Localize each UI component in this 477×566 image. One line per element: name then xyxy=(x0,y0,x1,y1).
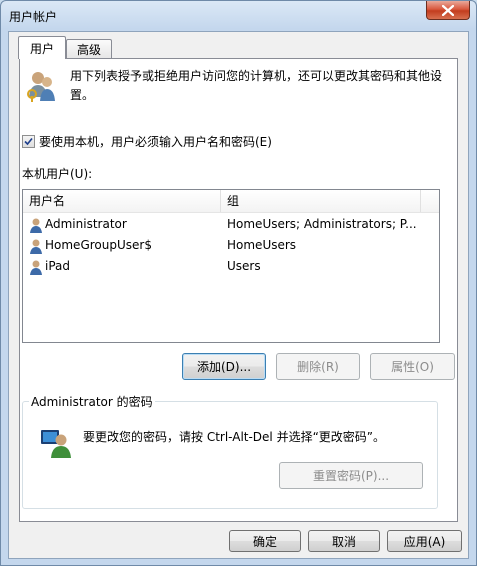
checkmark-icon xyxy=(24,137,33,146)
require-login-option[interactable]: 要使用本机，用户必须输入用户名和密码(E) xyxy=(22,133,272,150)
password-instruction: 要更改您的密码，请按 Ctrl-Alt-Del 并选择“更改密码”。 xyxy=(83,430,386,444)
users-tab-panel: 用下列表授予或拒绝用户访问您的计算机，还可以更改其密码和其他设置。 要使用本机，… xyxy=(19,58,458,522)
intro-description: 用下列表授予或拒绝用户访问您的计算机，还可以更改其密码和其他设置。 xyxy=(70,69,443,102)
local-users-label: 本机用户(U): xyxy=(22,167,93,181)
password-group-title: Administrator 的密码 xyxy=(29,393,155,410)
user-group: HomeUsers; Administrators; P... xyxy=(227,217,417,231)
user-password-icon xyxy=(41,430,71,458)
table-row[interactable]: iPad Users xyxy=(23,256,439,277)
user-group: Users xyxy=(227,259,261,273)
tab-advanced-label: 高级 xyxy=(76,43,101,57)
apply-button[interactable]: 应用(A) xyxy=(387,530,462,552)
window-title: 用户帐户 xyxy=(9,10,58,24)
user-accounts-window: 用户帐户 用户 高级 用下列表授予或拒绝用户访问您的计算机，还可以更改其密码和其… xyxy=(0,0,477,566)
cancel-button[interactable]: 取消 xyxy=(308,530,380,552)
user-group: HomeUsers xyxy=(227,238,297,252)
user-name: Administrator xyxy=(45,217,127,231)
tab-advanced[interactable]: 高级 xyxy=(66,39,112,59)
user-properties-button[interactable]: 属性(O) xyxy=(370,353,455,380)
ok-button[interactable]: 确定 xyxy=(229,530,301,552)
dialog-client-area: 用户 高级 用下列表授予或拒绝用户访问您的计算机，还可以更改其密码和其他设置。 xyxy=(8,31,469,559)
title-bar[interactable]: 用户帐户 xyxy=(1,1,476,29)
user-icon xyxy=(30,218,42,233)
require-login-label: 要使用本机，用户必须输入用户名和密码(E) xyxy=(39,135,272,149)
add-user-button[interactable]: 添加(D)... xyxy=(182,353,266,380)
column-header-username[interactable]: 用户名 xyxy=(23,190,221,212)
column-header-group[interactable]: 组 xyxy=(221,190,421,212)
table-row[interactable]: Administrator HomeUsers; Administrators;… xyxy=(23,214,439,235)
users-keys-icon xyxy=(27,72,55,102)
table-row[interactable]: HomeGroupUser$ HomeUsers xyxy=(23,235,439,256)
tab-users[interactable]: 用户 xyxy=(18,36,66,59)
reset-password-button[interactable]: 重置密码(P)... xyxy=(279,462,423,489)
user-name: iPad xyxy=(45,259,71,273)
remove-user-button[interactable]: 删除(R) xyxy=(276,353,360,380)
users-list[interactable]: 用户名 组 Administrator HomeUsers; Administr… xyxy=(22,189,440,343)
close-icon xyxy=(442,4,454,16)
password-group: Administrator 的密码 要更改您的密码，请按 Ctrl-Alt-De… xyxy=(22,393,438,509)
close-button[interactable] xyxy=(426,1,470,20)
user-name: HomeGroupUser$ xyxy=(45,238,152,252)
user-icon xyxy=(30,260,42,275)
require-login-checkbox[interactable] xyxy=(22,135,35,148)
tab-users-label: 用户 xyxy=(29,41,54,56)
list-header: 用户名 组 xyxy=(23,190,439,213)
user-icon xyxy=(30,239,42,254)
